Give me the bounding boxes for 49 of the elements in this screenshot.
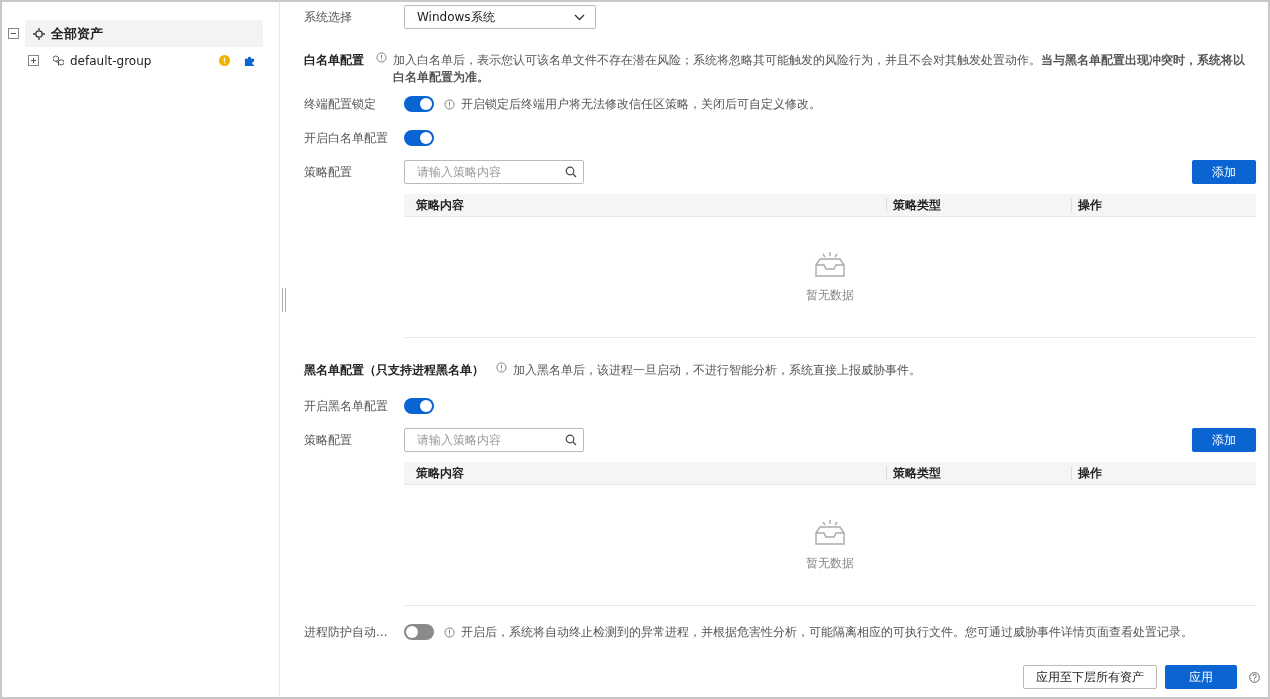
add-button[interactable]: 添加 — [1192, 160, 1256, 184]
column-header: 操作 — [1071, 198, 1256, 212]
section-description: 加入白名单后，表示您认可该名单文件不存在潜在风险；系统将忽略其可能触发的风险行为，并且不会对其触发处置动作。当与黑名单配置出现冲突时，系统将以白名单配置为准。 — [393, 52, 1246, 86]
empty-tray-icon — [813, 250, 847, 279]
toggle-switch[interactable] — [404, 398, 434, 414]
empty-text: 暂无数据 — [806, 286, 854, 304]
section-title: 白名单配置 — [304, 52, 364, 69]
column-header: 策略内容 — [415, 198, 465, 212]
cubes-icon — [53, 55, 64, 66]
expand-icon[interactable] — [28, 55, 39, 66]
help-icon[interactable] — [1249, 671, 1260, 683]
switch-label: 开启白名单配置 — [304, 129, 389, 147]
switch-label: 开启黑名单配置 — [304, 397, 389, 415]
empty-text: 暂无数据 — [806, 554, 854, 572]
tree-item[interactable]: 全部资产 — [25, 20, 263, 47]
select-label: 系统选择 — [304, 8, 353, 26]
switch-label: 终端配置锁定 — [304, 95, 377, 113]
search-icon — [565, 166, 577, 178]
crosshair-icon — [33, 27, 45, 40]
apply-button[interactable]: 应用 — [1165, 665, 1237, 689]
info-icon — [496, 362, 507, 373]
resize-handle[interactable] — [282, 288, 286, 312]
search-field[interactable]: 请输入策略内容 — [404, 428, 584, 452]
caret-icon — [574, 13, 585, 21]
empty-tray-icon — [813, 518, 847, 547]
search-field[interactable]: 请输入策略内容 — [404, 160, 584, 184]
toggle-switch[interactable] — [404, 130, 434, 146]
column-header: 策略类型 — [886, 198, 1071, 212]
section-title: 黑名单配置（只支持进程黑名单） — [304, 362, 484, 379]
tree-item[interactable]: default-group — [45, 47, 263, 74]
system-select[interactable]: Windows系统 — [404, 5, 596, 29]
policy-label: 策略配置 — [304, 431, 353, 449]
switch-hint: 开启锁定后终端用户将无法修改信任区策略，关闭后可自定义修改。 — [461, 96, 821, 112]
column-header: 操作 — [1071, 466, 1256, 480]
section-description: 加入黑名单后，该进程一旦启动，不进行智能分析，系统直接上报威胁事件。 — [513, 362, 921, 379]
policy-label: 策略配置 — [304, 163, 353, 181]
toggle-switch[interactable] — [404, 624, 434, 640]
apply-all-button[interactable]: 应用至下层所有资产 — [1023, 665, 1157, 689]
column-header: 策略类型 — [886, 466, 1071, 480]
collapse-icon[interactable] — [8, 28, 19, 39]
switch-label: 进程防护自动... — [304, 623, 389, 641]
info-icon — [444, 626, 455, 638]
add-button[interactable]: 添加 — [1192, 428, 1256, 452]
search-icon — [565, 434, 577, 446]
info-icon — [376, 52, 387, 63]
column-header: 策略内容 — [415, 466, 465, 480]
toggle-switch[interactable] — [404, 96, 434, 112]
switch-hint: 开启后，系统将自动终止检测到的异常进程，并根据危害性分析，可能隔离相应的可执行文件。您可通过威胁事件详情页面查看处置记录。 — [461, 624, 1193, 640]
info-icon — [444, 98, 455, 110]
